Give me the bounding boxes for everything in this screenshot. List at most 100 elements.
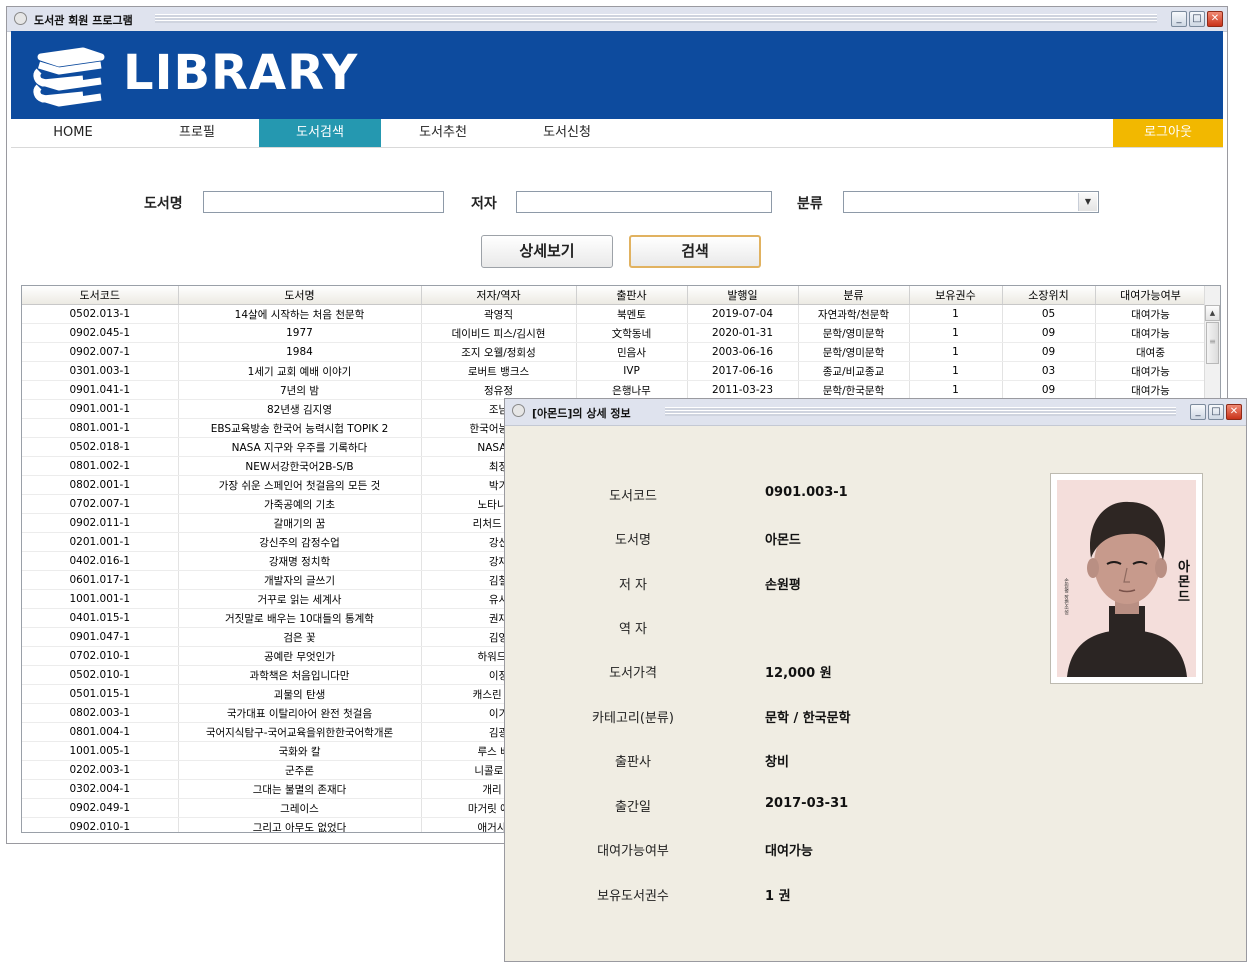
window-controls: _ □ ✕ bbox=[1190, 404, 1242, 420]
table-row[interactable]: 0902.045-1 1977 데이비드 피스/김시현 文학동네 2020-01-31 문… bbox=[22, 323, 1207, 343]
table-row[interactable]: 0901.041-1 7년의 밤 정유정 은행나무 2011-03-23 문학/한국문학 1… bbox=[22, 380, 1207, 400]
table-cell: 갈매기의 꿈 bbox=[178, 513, 422, 533]
table-row[interactable]: 0902.007-1 1984 조지 오웰/정회성 민음사 2003-06-16 문학/영… bbox=[22, 342, 1207, 362]
category-label: 분류 bbox=[797, 196, 823, 212]
table-row[interactable]: 0301.003-1 1세기 교회 예배 이야기 로버트 뱅크스 IVP 2017-06… bbox=[22, 361, 1207, 381]
minimize-icon[interactable]: _ bbox=[1190, 404, 1206, 420]
detail-field-label: 출간일 bbox=[615, 800, 651, 815]
detail-field-value: 창비 bbox=[765, 755, 789, 770]
nav-profile[interactable]: 프로필 bbox=[135, 119, 259, 147]
table-cell: 1세기 교회 예배 이야기 bbox=[178, 361, 422, 381]
column-header[interactable]: 저자/역자 bbox=[421, 286, 577, 305]
detail-view-button[interactable]: 상세보기 bbox=[481, 235, 613, 268]
table-cell: 0501.015-1 bbox=[22, 684, 179, 704]
table-cell: 1 bbox=[909, 342, 1003, 362]
author-search-input[interactable] bbox=[516, 191, 772, 213]
detail-field-label: 역 자 bbox=[618, 622, 648, 637]
table-cell: 0401.015-1 bbox=[22, 608, 179, 628]
table-cell: 1 bbox=[909, 380, 1003, 400]
table-cell: 국어지식탐구-국어교육을위한한국어학개론 bbox=[178, 722, 422, 742]
table-cell: 대여가능 bbox=[1095, 323, 1207, 343]
nav-book-recommend[interactable]: 도서추천 bbox=[381, 119, 505, 147]
cover-author-text: 손원평 장편소설 bbox=[1063, 578, 1069, 615]
table-cell: 가장 쉬운 스페인어 첫걸음의 모든 것 bbox=[178, 475, 422, 495]
table-cell: 0802.001-1 bbox=[22, 475, 179, 495]
minimize-icon[interactable]: _ bbox=[1171, 11, 1187, 27]
scroll-thumb[interactable]: ≡ bbox=[1206, 322, 1219, 364]
column-header[interactable]: 소장위치 bbox=[1002, 286, 1096, 305]
column-header[interactable]: 도서명 bbox=[178, 286, 422, 305]
window-controls: _ □ ✕ bbox=[1171, 11, 1223, 27]
detail-field-value: 0901.003-1 bbox=[765, 485, 848, 500]
detail-field-value: 대여가능 bbox=[765, 844, 813, 859]
detail-field-label: 도서코드 bbox=[609, 489, 657, 504]
detail-field-value: 1 권 bbox=[765, 889, 791, 904]
maximize-icon[interactable]: □ bbox=[1189, 11, 1205, 27]
table-cell: 0301.003-1 bbox=[22, 361, 179, 381]
table-cell: 데이비드 피스/김시현 bbox=[421, 323, 577, 343]
detail-field-value: 문학 / 한국문학 bbox=[765, 711, 851, 726]
column-header[interactable]: 분류 bbox=[798, 286, 910, 305]
column-header[interactable]: 도서코드 bbox=[22, 286, 179, 305]
title-search-input[interactable] bbox=[203, 191, 444, 213]
detail-field-value: 아몬드 bbox=[765, 533, 801, 548]
table-cell: 1 bbox=[909, 304, 1003, 324]
close-icon[interactable]: ✕ bbox=[1207, 11, 1223, 27]
books-logo-icon bbox=[33, 47, 105, 107]
maximize-icon[interactable]: □ bbox=[1208, 404, 1224, 420]
window-title: 도서관 회원 프로그램 bbox=[34, 14, 133, 27]
logout-button[interactable]: 로그아웃 bbox=[1113, 119, 1223, 147]
table-cell: EBS교육방송 한국어 능력시험 TOPIK 2 bbox=[178, 418, 422, 438]
table-cell: 09 bbox=[1002, 380, 1096, 400]
app-icon bbox=[14, 12, 27, 25]
table-cell: 0801.002-1 bbox=[22, 456, 179, 476]
table-cell: 북멘토 bbox=[576, 304, 688, 324]
nav-bar: HOME 프로필 도서검색 도서추천 도서신청 로그아웃 bbox=[11, 119, 1223, 148]
nav-home[interactable]: HOME bbox=[11, 119, 135, 147]
nav-book-request[interactable]: 도서신청 bbox=[505, 119, 629, 147]
table-cell: 1 bbox=[909, 361, 1003, 381]
book-detail-window: [아몬드]의 상세 정보 _ □ ✕ 도서코드 0901.003-1 도서명 아몬드 저… bbox=[504, 398, 1247, 962]
column-header[interactable]: 보유권수 bbox=[909, 286, 1003, 305]
table-cell: 1001.005-1 bbox=[22, 741, 179, 761]
table-cell: 文학동네 bbox=[576, 323, 688, 343]
table-cell: 2011-03-23 bbox=[687, 380, 799, 400]
column-header[interactable]: 대여가능여부 bbox=[1095, 286, 1207, 305]
detail-window-title: [아몬드]의 상세 정보 bbox=[532, 407, 631, 420]
detail-field-label: 대여가능여부 bbox=[597, 844, 669, 859]
table-cell: 자연과학/천문학 bbox=[798, 304, 910, 324]
table-cell: 0901.041-1 bbox=[22, 380, 179, 400]
table-cell: 정유정 bbox=[421, 380, 577, 400]
table-cell: 0801.004-1 bbox=[22, 722, 179, 742]
table-cell: 2017-06-16 bbox=[687, 361, 799, 381]
table-cell: 82년생 김지영 bbox=[178, 399, 422, 419]
search-button[interactable]: 검색 bbox=[629, 235, 761, 268]
table-cell: 대여중 bbox=[1095, 342, 1207, 362]
table-cell: 가죽공예의 기초 bbox=[178, 494, 422, 514]
table-cell: 0502.018-1 bbox=[22, 437, 179, 457]
close-icon[interactable]: ✕ bbox=[1226, 404, 1242, 420]
table-row[interactable]: 0502.013-1 14살에 시작하는 처음 천문학 곽영직 북멘토 2019-07-… bbox=[22, 304, 1207, 324]
detail-titlebar[interactable]: [아몬드]의 상세 정보 _ □ ✕ bbox=[505, 399, 1246, 426]
nav-book-search[interactable]: 도서검색 bbox=[259, 119, 381, 147]
title-search-label: 도서명 bbox=[144, 196, 183, 212]
column-header[interactable]: 발행일 bbox=[687, 286, 799, 305]
table-cell: 로버트 뱅크스 bbox=[421, 361, 577, 381]
table-cell: 과학책은 처음입니다만 bbox=[178, 665, 422, 685]
table-cell: 거꾸로 읽는 세계사 bbox=[178, 589, 422, 609]
detail-field-label: 출판사 bbox=[615, 755, 651, 770]
table-cell: 0201.001-1 bbox=[22, 532, 179, 552]
main-titlebar[interactable]: 도서관 회원 프로그램 _ □ ✕ bbox=[7, 7, 1227, 32]
detail-field-label: 도서가격 bbox=[609, 666, 657, 681]
scroll-up-icon[interactable]: ▲ bbox=[1205, 305, 1220, 321]
category-select[interactable]: ▼ bbox=[843, 191, 1099, 213]
logo-text: LIBRARY bbox=[123, 45, 359, 101]
column-header[interactable]: 출판사 bbox=[576, 286, 688, 305]
table-cell: 1 bbox=[909, 323, 1003, 343]
table-cell: 09 bbox=[1002, 342, 1096, 362]
table-cell: 종교/비교종교 bbox=[798, 361, 910, 381]
table-cell: 문학/한국문학 bbox=[798, 380, 910, 400]
table-cell: 대여가능 bbox=[1095, 380, 1207, 400]
app-icon bbox=[512, 404, 525, 417]
chevron-down-icon[interactable]: ▼ bbox=[1078, 193, 1097, 211]
